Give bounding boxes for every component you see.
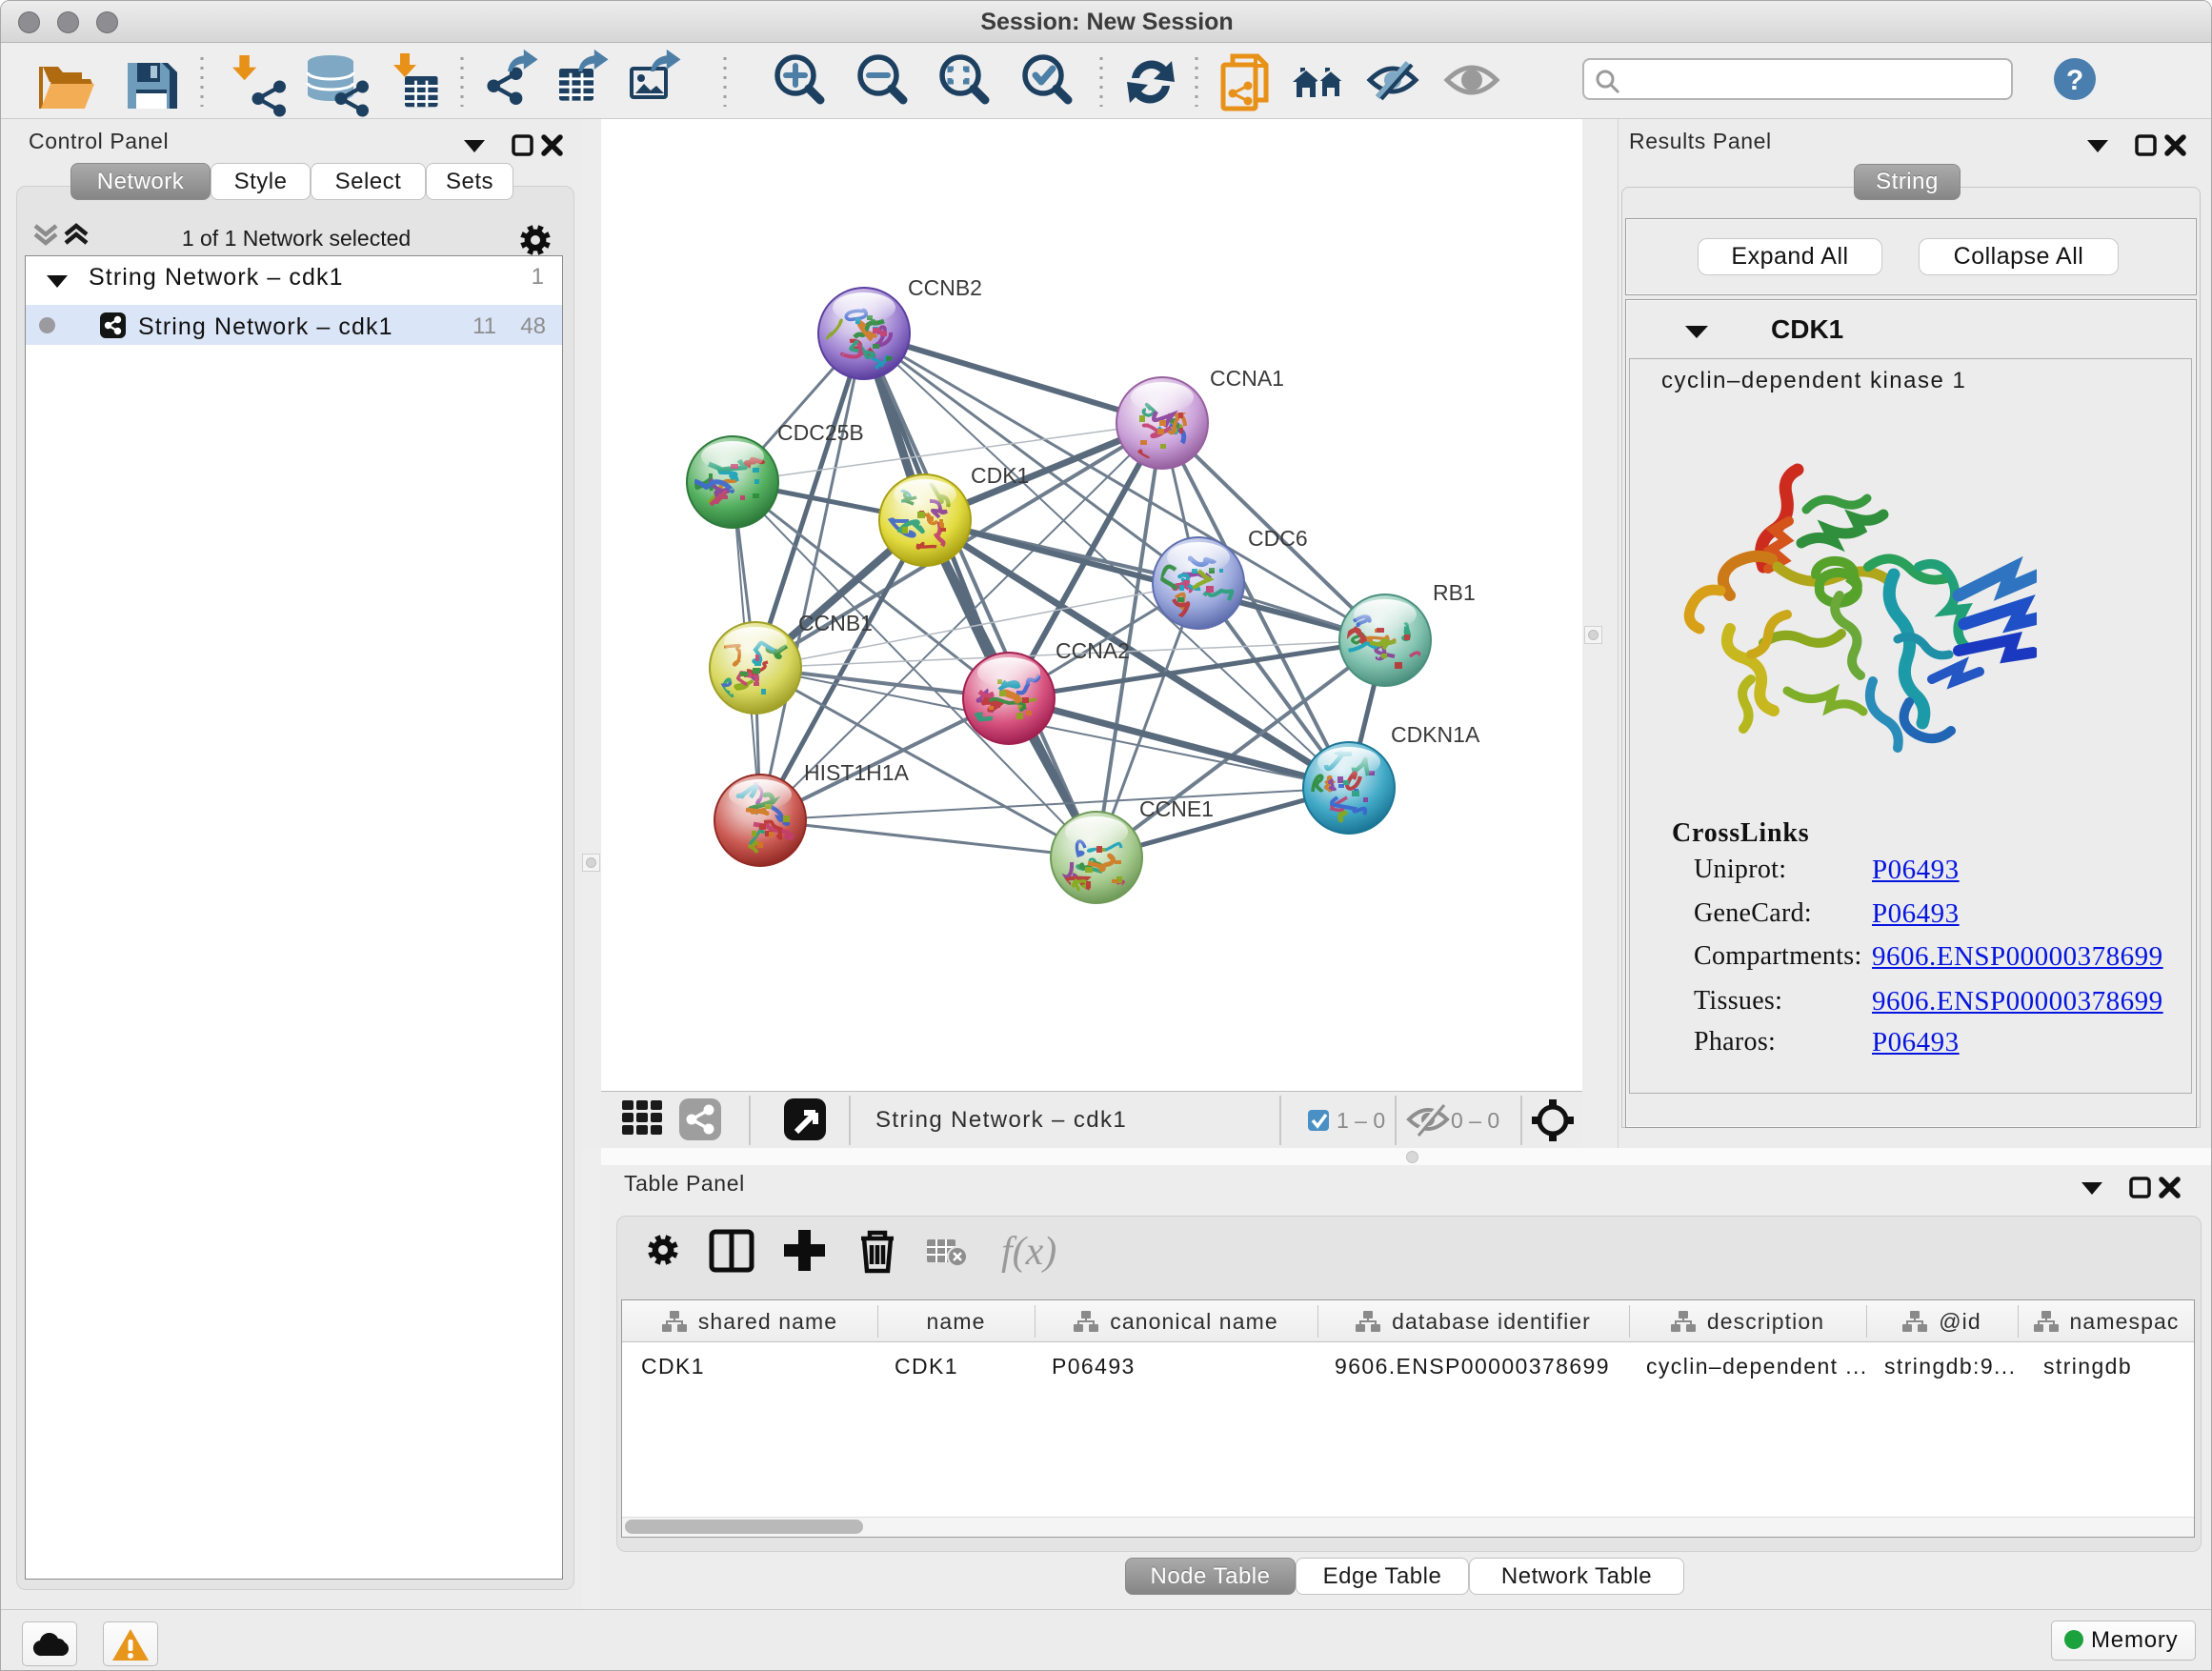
svg-text:CCNA2: CCNA2 xyxy=(1056,638,1130,663)
svg-text:CCNE1: CCNE1 xyxy=(1139,796,1214,821)
svg-text:CCNA1: CCNA1 xyxy=(1210,366,1284,391)
svg-text:CDC6: CDC6 xyxy=(1248,526,1308,551)
svg-text:?: ? xyxy=(2066,65,2083,96)
svg-text:CDKN1A: CDKN1A xyxy=(1391,722,1480,747)
svg-text:CDC25B: CDC25B xyxy=(777,420,864,445)
svg-text:HIST1H1A: HIST1H1A xyxy=(804,760,910,785)
svg-text:CCNB2: CCNB2 xyxy=(908,275,982,300)
svg-text:RB1: RB1 xyxy=(1433,580,1476,605)
svg-text:CCNB1: CCNB1 xyxy=(798,611,873,635)
svg-text:f(x): f(x) xyxy=(1001,1230,1056,1274)
svg-text:CDK1: CDK1 xyxy=(971,463,1029,488)
